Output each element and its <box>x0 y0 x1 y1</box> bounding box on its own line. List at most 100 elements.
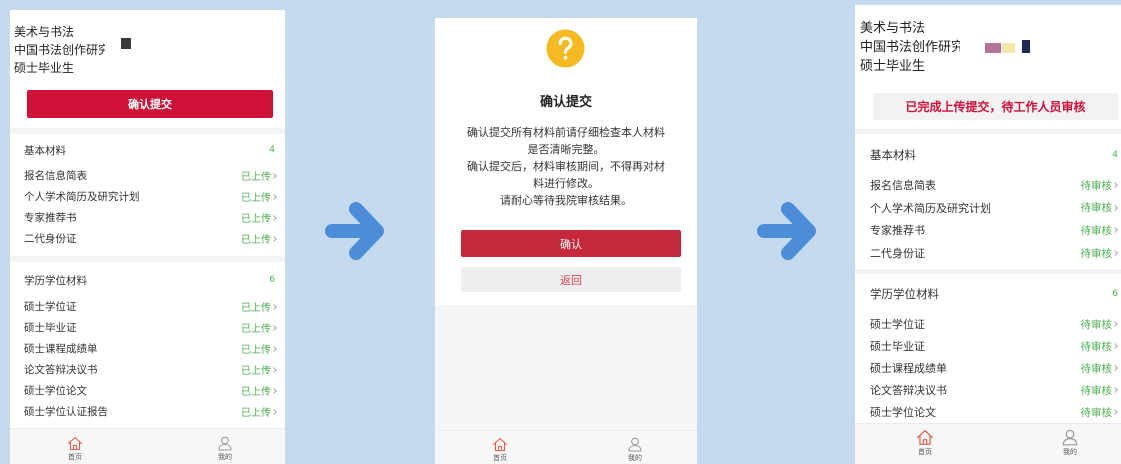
tab-home[interactable]: 首页 <box>905 424 945 457</box>
user-icon <box>628 437 642 452</box>
section-title: 基本材料 <box>870 148 916 162</box>
redaction-block <box>121 38 131 49</box>
submission-status-banner: 已完成上传提交，待工作人员审核 <box>873 93 1118 120</box>
user-icon <box>1062 429 1078 446</box>
status-text: 已上传 <box>241 214 271 225</box>
list-item[interactable]: 硕士课程成绩单 已上传 <box>10 338 285 359</box>
dialog-message-line: 请耐心等待我院审核结果。 <box>500 194 632 207</box>
dialog-message-line: 是否清晰完整。 <box>527 143 605 156</box>
section-header-basic-materials: 基本材料 4 <box>10 139 285 161</box>
status-text: 已上传 <box>241 366 271 377</box>
profile-degree: 硕士毕业生 <box>14 61 75 75</box>
tab-home-label: 首页 <box>918 448 932 456</box>
dialog-message-line: 确认提交后，材料审核期间，不得再对材 <box>467 160 665 173</box>
list-item[interactable]: 硕士毕业证 已上传 <box>10 317 285 338</box>
item-status: 已上传 <box>241 404 278 419</box>
item-status: 已上传 <box>241 231 278 246</box>
list-item[interactable]: 论文答辩决议书 待审核 <box>855 379 1121 401</box>
basic-materials-list: 报名信息简表 待审核 个人学术简历及研究计划 待审核 专家推荐书 待审核 二代身… <box>855 174 1121 264</box>
section-count: 4 <box>269 145 275 155</box>
item-status: 已上传 <box>241 299 278 314</box>
profile-major: 美术与书法 <box>14 25 75 39</box>
tab-home-label: 首页 <box>493 454 507 462</box>
back-button[interactable]: 返回 <box>461 267 681 292</box>
item-label: 硕士学位认证报告 <box>24 406 108 418</box>
question-mark-icon <box>546 29 585 68</box>
item-label: 硕士课程成绩单 <box>870 362 947 375</box>
status-text: 待审核 <box>1080 406 1113 419</box>
profile-major: 美术与书法 <box>860 21 926 36</box>
profile-research-direction: 中国书法创作研究 <box>14 43 105 57</box>
degree-materials-list: 硕士学位证 待审核 硕士毕业证 待审核 硕士课程成绩单 待审核 论文答辩决议书 … <box>855 313 1121 423</box>
confirm-button[interactable]: 确认 <box>461 230 681 257</box>
degree-materials-list: 硕士学位证 已上传 硕士毕业证 已上传 硕士课程成绩单 已上传 论文答辩决议书 … <box>10 296 285 422</box>
status-text: 已上传 <box>241 387 271 398</box>
chevron-right-icon <box>1112 250 1118 256</box>
chevron-right-icon <box>1112 365 1118 371</box>
item-status: 已上传 <box>241 362 278 377</box>
status-text: 已上传 <box>241 235 271 246</box>
list-item[interactable]: 硕士学位证 待审核 <box>855 313 1121 335</box>
chevron-right-icon <box>271 303 277 310</box>
section-count: 4 <box>1112 150 1118 160</box>
applicant-profile: 美术与书法 中国书法创作研究 硕士毕业生 <box>860 19 960 76</box>
item-label: 硕士毕业证 <box>24 322 77 334</box>
tab-mine[interactable]: 我的 <box>1050 424 1090 457</box>
section-divider <box>10 128 285 134</box>
item-label: 硕士学位论文 <box>870 406 936 419</box>
item-status: 已上传 <box>241 341 278 356</box>
chevron-right-icon <box>1112 182 1118 189</box>
item-status: 已上传 <box>241 189 278 204</box>
item-status: 已上传 <box>241 168 278 183</box>
tab-home[interactable]: 首页 <box>55 429 95 462</box>
item-label: 报名信息简表 <box>870 179 936 193</box>
applicant-profile: 美术与书法 中国书法创作研究 硕士毕业生 <box>14 23 105 77</box>
tab-mine[interactable]: 我的 <box>615 431 655 463</box>
list-item[interactable]: 二代身份证 已上传 <box>10 228 285 249</box>
status-text: 已上传 <box>241 408 271 419</box>
list-item[interactable]: 硕士学位论文 待审核 <box>855 401 1121 423</box>
section-divider <box>855 269 1121 274</box>
list-item[interactable]: 二代身份证 待审核 <box>855 242 1121 265</box>
status-text: 待审核 <box>1080 318 1113 331</box>
item-status: 已上传 <box>241 383 278 398</box>
tab-mine-label: 我的 <box>1063 448 1077 456</box>
list-item[interactable]: 个人学术简历及研究计划 已上传 <box>10 186 285 207</box>
chevron-right-icon <box>271 214 277 221</box>
status-text: 待审核 <box>1080 224 1113 237</box>
section-header-degree-materials: 学历学位材料 6 <box>855 282 1121 306</box>
status-text: 已上传 <box>241 172 271 183</box>
list-item[interactable]: 专家推荐书 已上传 <box>10 207 285 228</box>
status-text: 已上传 <box>241 324 271 335</box>
item-status: 待审核 <box>1081 317 1120 332</box>
item-label: 专家推荐书 <box>24 212 77 224</box>
list-item[interactable]: 硕士学位认证报告 已上传 <box>10 401 285 422</box>
home-icon <box>67 436 83 451</box>
home-icon <box>492 437 508 452</box>
list-item[interactable]: 报名信息简表 待审核 <box>855 174 1121 197</box>
item-status: 待审核 <box>1081 200 1120 215</box>
list-item[interactable]: 专家推荐书 待审核 <box>855 219 1121 242</box>
tab-home[interactable]: 首页 <box>480 431 520 463</box>
list-item[interactable]: 硕士毕业证 待审核 <box>855 335 1121 357</box>
section-divider <box>10 256 285 262</box>
item-label: 硕士课程成绩单 <box>24 343 98 355</box>
list-item[interactable]: 个人学术简历及研究计划 待审核 <box>855 197 1121 220</box>
home-icon <box>917 430 933 445</box>
item-label: 硕士学位证 <box>870 318 925 331</box>
status-text: 待审核 <box>1080 202 1113 215</box>
item-status: 待审核 <box>1081 405 1120 420</box>
chevron-right-icon <box>271 387 277 394</box>
list-item[interactable]: 硕士课程成绩单 待审核 <box>855 357 1121 379</box>
screen-confirm-dialog: 确认提交 确认提交所有材料前请仔细检查本人材料 是否清晰完整。 确认提交后，材料… <box>435 18 697 464</box>
list-item[interactable]: 硕士学位论文 已上传 <box>10 380 285 401</box>
confirm-submit-button[interactable]: 确认提交 <box>27 90 273 118</box>
bottom-tab-bar: 首页 我的 <box>855 423 1121 464</box>
bottom-tab-bar: 首页 我的 <box>435 430 697 464</box>
list-item[interactable]: 论文答辩决议书 已上传 <box>10 359 285 380</box>
status-text: 已上传 <box>241 345 271 356</box>
screen-before-submit: 美术与书法 中国书法创作研究 硕士毕业生 确认提交 基本材料 4 报名信息简表 … <box>10 10 285 464</box>
tab-mine[interactable]: 我的 <box>205 429 245 462</box>
list-item[interactable]: 硕士学位证 已上传 <box>10 296 285 317</box>
list-item[interactable]: 报名信息简表 已上传 <box>10 165 285 186</box>
